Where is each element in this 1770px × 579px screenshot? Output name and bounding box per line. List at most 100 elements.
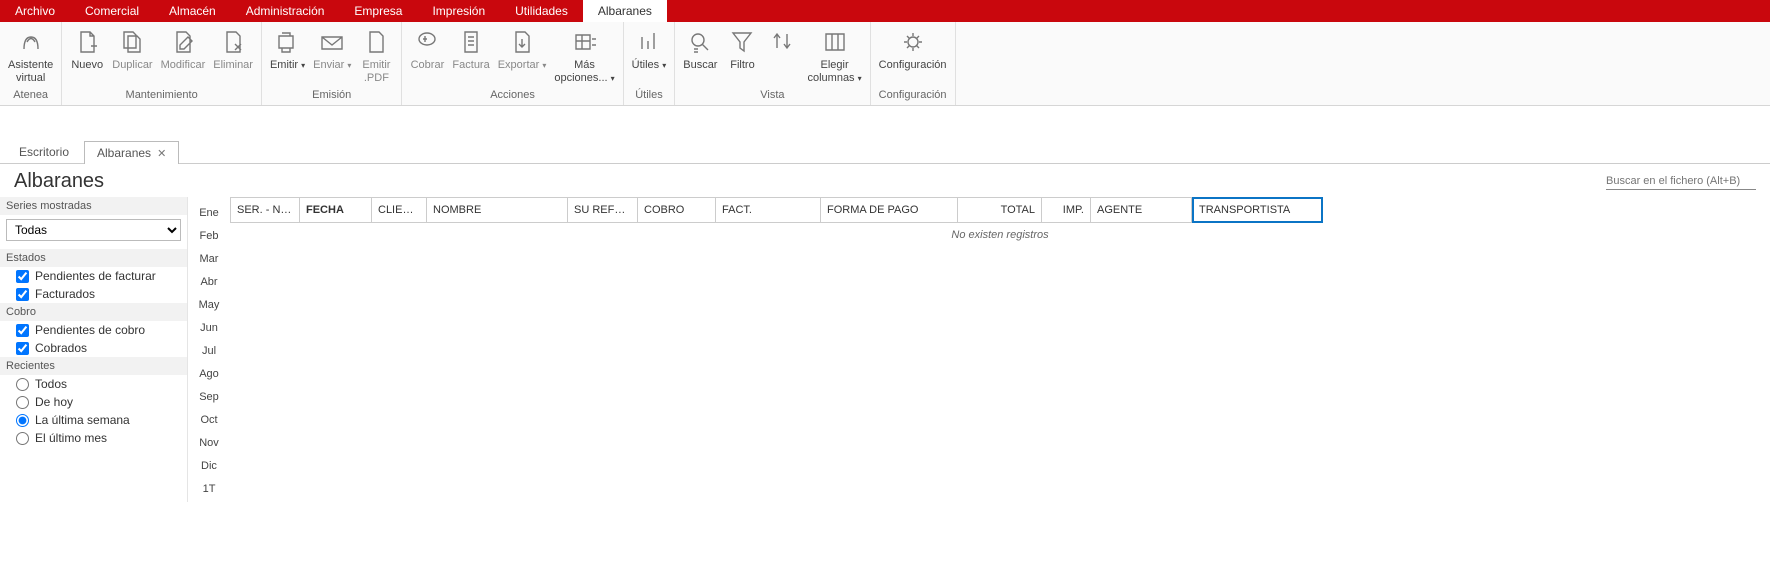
- filter-check-cobrados[interactable]: Cobrados: [0, 339, 187, 357]
- filter-radio-label: El último mes: [35, 431, 107, 445]
- menu-item-albaranes[interactable]: Albaranes: [583, 0, 667, 22]
- ribbon-group-atenea: AsistentevirtualAtenea: [0, 22, 62, 105]
- ribbon-configuracion-label: Configuración: [879, 59, 947, 72]
- ribbon-asistente-button[interactable]: Asistentevirtual: [4, 24, 57, 86]
- grid-col-forma-de-pago[interactable]: FORMA DE PAGO: [821, 197, 958, 223]
- checkbox[interactable]: [16, 324, 29, 337]
- search-box[interactable]: [1606, 173, 1756, 190]
- month-feb[interactable]: Feb: [188, 226, 230, 249]
- radio[interactable]: [16, 432, 29, 445]
- grid-col-fecha[interactable]: FECHA: [300, 197, 372, 223]
- exportar-icon: [507, 27, 537, 57]
- menu-item-empresa[interactable]: Empresa: [339, 0, 417, 22]
- grid-col-cobro[interactable]: COBRO: [638, 197, 716, 223]
- grid-col-nombre[interactable]: NOMBRE: [427, 197, 568, 223]
- grid-col-imp-[interactable]: IMP.: [1042, 197, 1091, 223]
- ribbon-filtro-label: Filtro: [730, 59, 754, 72]
- ribbon-exportar-button[interactable]: Exportar ▾: [494, 24, 551, 74]
- menu-item-administración[interactable]: Administración: [231, 0, 340, 22]
- month-abr[interactable]: Abr: [188, 272, 230, 295]
- ribbon-duplicar-button[interactable]: Duplicar: [108, 24, 156, 74]
- ribbon-configuracion-button[interactable]: Configuración: [875, 24, 951, 74]
- filter-radio-label: Todos: [35, 377, 67, 391]
- orden-icon: [768, 27, 798, 57]
- checkbox[interactable]: [16, 270, 29, 283]
- ribbon-buscar-button[interactable]: Buscar: [679, 24, 721, 74]
- ribbon-group-configuración: ConfiguraciónConfiguración: [871, 22, 956, 105]
- ribbon-group-title: Emisión: [266, 87, 397, 105]
- workspace-tabs: EscritorioAlbaranes✕: [0, 106, 1770, 164]
- grid-col-fact-[interactable]: FACT.: [716, 197, 821, 223]
- menu-item-archivo[interactable]: Archivo: [0, 0, 70, 22]
- ribbon-factura-button[interactable]: Factura: [448, 24, 493, 74]
- grid-col-cliente[interactable]: CLIENTE: [372, 197, 427, 223]
- radio[interactable]: [16, 378, 29, 391]
- ribbon-eliminar-button[interactable]: Eliminar: [209, 24, 257, 74]
- ribbon-cobrar-button[interactable]: Cobrar: [406, 24, 448, 74]
- month-mar[interactable]: Mar: [188, 249, 230, 272]
- filter-radio-de-hoy[interactable]: De hoy: [0, 393, 187, 411]
- ribbon-modificar-button[interactable]: Modificar: [157, 24, 210, 74]
- ribbon-enviar-button[interactable]: Enviar ▾: [309, 24, 355, 74]
- ribbon-elegir-columnas-button[interactable]: Elegircolumnas ▾: [803, 24, 865, 86]
- filter-radio-todos[interactable]: Todos: [0, 375, 187, 393]
- filters-series-head: Series mostradas: [0, 197, 187, 215]
- workspace-tab-escritorio[interactable]: Escritorio: [6, 140, 82, 163]
- filter-radio-el-último-mes[interactable]: El último mes: [0, 429, 187, 447]
- filter-check-facturados[interactable]: Facturados: [0, 285, 187, 303]
- ribbon-group-útiles: Útiles ▾ Útiles: [624, 22, 676, 105]
- ribbon-utiles-label: Útiles ▾: [632, 59, 667, 72]
- filter-check-pendientes-de-facturar[interactable]: Pendientes de facturar: [0, 267, 187, 285]
- filter-radio-label: De hoy: [35, 395, 73, 409]
- series-select[interactable]: Todas: [6, 219, 181, 241]
- month-may[interactable]: May: [188, 295, 230, 318]
- ribbon-emitir-pdf-label: Emitir.PDF: [362, 59, 390, 84]
- ribbon-group-title: Vista: [679, 87, 865, 105]
- month-jul[interactable]: Jul: [188, 341, 230, 364]
- page-title: Albaranes: [14, 170, 104, 193]
- month-oct[interactable]: Oct: [188, 410, 230, 433]
- checkbox[interactable]: [16, 342, 29, 355]
- ribbon-emitir-pdf-button[interactable]: Emitir.PDF: [355, 24, 397, 86]
- checkbox[interactable]: [16, 288, 29, 301]
- month-1t[interactable]: 1T: [188, 479, 230, 502]
- filter-check-label: Facturados: [35, 287, 95, 301]
- ribbon-nuevo-button[interactable]: Nuevo: [66, 24, 108, 74]
- month-nov[interactable]: Nov: [188, 433, 230, 456]
- month-jun[interactable]: Jun: [188, 318, 230, 341]
- grid-col-total[interactable]: TOTAL: [958, 197, 1042, 223]
- menu-item-utilidades[interactable]: Utilidades: [500, 0, 583, 22]
- filters-cobro-head: Cobro: [0, 303, 187, 321]
- menu-item-almacén[interactable]: Almacén: [154, 0, 231, 22]
- menu-item-impresión[interactable]: Impresión: [417, 0, 500, 22]
- enviar-icon: [317, 27, 347, 57]
- month-ene[interactable]: Ene: [188, 203, 230, 226]
- grid-col-transportista[interactable]: TRANSPORTISTA: [1192, 197, 1323, 223]
- filters-cobro-body: Pendientes de cobro Cobrados: [0, 321, 187, 357]
- ribbon-orden-button[interactable]: [763, 24, 803, 61]
- grid-col-su-refere-[interactable]: SU REFERE...: [568, 197, 638, 223]
- ribbon-utiles-button[interactable]: Útiles ▾: [628, 24, 671, 74]
- filter-check-label: Cobrados: [35, 341, 87, 355]
- radio[interactable]: [16, 414, 29, 427]
- ribbon-group-title: Útiles: [628, 87, 671, 105]
- radio[interactable]: [16, 396, 29, 409]
- grid-col-agente[interactable]: AGENTE: [1091, 197, 1192, 223]
- month-sep[interactable]: Sep: [188, 387, 230, 410]
- ribbon-group-title: Atenea: [4, 87, 57, 105]
- filter-check-pendientes-de-cobro[interactable]: Pendientes de cobro: [0, 321, 187, 339]
- search-input[interactable]: [1606, 173, 1756, 189]
- workspace-tab-albaranes[interactable]: Albaranes✕: [84, 141, 179, 164]
- close-icon[interactable]: ✕: [157, 147, 166, 160]
- page-body: Series mostradas Todas Estados Pendiente…: [0, 197, 1770, 502]
- cobrar-icon: [412, 27, 442, 57]
- ribbon-filtro-button[interactable]: Filtro: [721, 24, 763, 74]
- menu-item-comercial[interactable]: Comercial: [70, 0, 154, 22]
- filter-radio-la-última-semana[interactable]: La última semana: [0, 411, 187, 429]
- grid-col-ser-n-m-[interactable]: SER. - NÚM.: [230, 197, 300, 223]
- month-dic[interactable]: Dic: [188, 456, 230, 479]
- ribbon-mas-opciones-button[interactable]: Másopciones... ▾: [550, 24, 618, 86]
- ribbon-emitir-button[interactable]: Emitir ▾: [266, 24, 309, 74]
- modificar-icon: [168, 27, 198, 57]
- month-ago[interactable]: Ago: [188, 364, 230, 387]
